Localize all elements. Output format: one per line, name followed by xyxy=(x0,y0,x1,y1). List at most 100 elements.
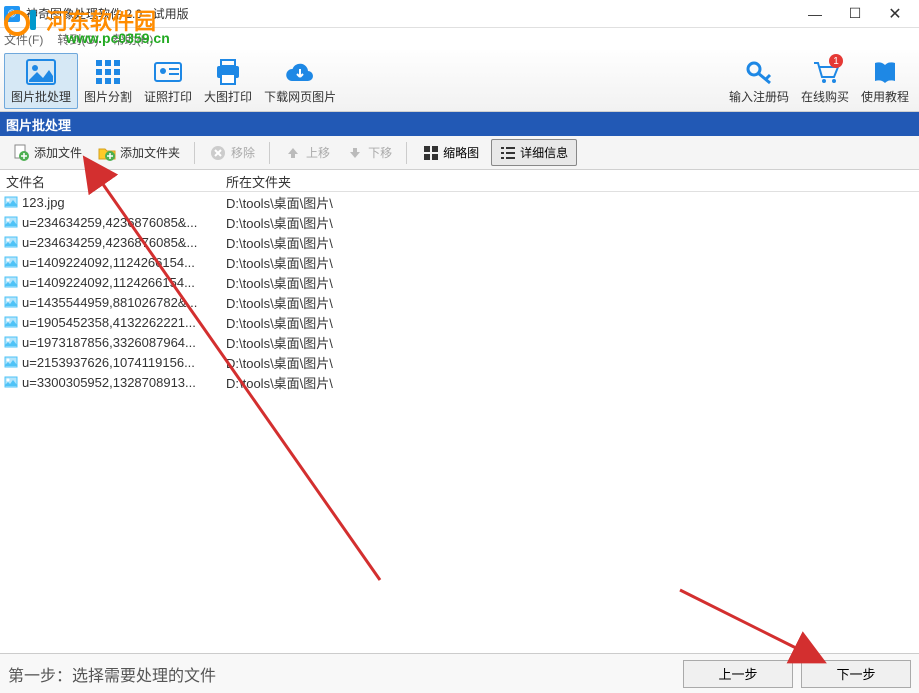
file-name: u=1409224092,1124266154... xyxy=(22,255,220,270)
move-down-label: 下移 xyxy=(368,144,392,161)
file-icon xyxy=(4,316,18,328)
window-title: 神奇图像处理软件 2.0 - 试用版 xyxy=(26,5,189,22)
titlebar: ◉ 神奇图像处理软件 2.0 - 试用版 — ☐ ✕ xyxy=(0,0,919,28)
main-toolbar: 图片批处理 图片分割 证照打印 大图打印 下载网页图片 输入注册码 1 xyxy=(0,50,919,112)
file-icon xyxy=(4,296,18,308)
remove-label: 移除 xyxy=(231,144,255,161)
cart-icon: 1 xyxy=(809,56,841,88)
add-folder-icon xyxy=(98,144,116,162)
file-icon xyxy=(4,216,18,228)
maximize-button[interactable]: ☐ xyxy=(835,0,875,28)
sub-toolbar: 添加文件 添加文件夹 移除 上移 下移 缩略图 详细信息 xyxy=(0,136,919,170)
separator xyxy=(406,142,407,164)
file-folder: D:\tools\桌面\图片\ xyxy=(220,333,919,352)
view-detail-button[interactable]: 详细信息 xyxy=(491,139,577,166)
tool-buy-label: 在线购买 xyxy=(801,88,849,105)
step-text: 第一步：选择需要处理的文件 xyxy=(8,662,216,686)
tool-webdownload[interactable]: 下载网页图片 xyxy=(258,53,342,109)
add-folder-label: 添加文件夹 xyxy=(120,144,180,161)
tool-tutorial[interactable]: 使用教程 xyxy=(855,53,915,109)
remove-icon xyxy=(209,144,227,162)
file-name: u=1973187856,3326087964... xyxy=(22,335,220,350)
footer: 第一步：选择需要处理的文件 上一步 下一步 xyxy=(0,653,919,693)
file-folder: D:\tools\桌面\图片\ xyxy=(220,213,919,232)
file-list[interactable]: 123.jpgD:\tools\桌面\图片\u=234634259,423687… xyxy=(0,192,919,622)
file-name: u=234634259,4236876085&... xyxy=(22,215,220,230)
separator xyxy=(269,142,270,164)
file-row[interactable]: u=2153937626,1074119156...D:\tools\桌面\图片… xyxy=(0,352,919,372)
idcard-icon xyxy=(152,56,184,88)
view-thumbnail-label: 缩略图 xyxy=(443,144,479,161)
file-icon xyxy=(4,256,18,268)
file-row[interactable]: u=1973187856,3326087964...D:\tools\桌面\图片… xyxy=(0,332,919,352)
file-row[interactable]: u=1409224092,1124266154...D:\tools\桌面\图片… xyxy=(0,252,919,272)
remove-button[interactable]: 移除 xyxy=(203,140,261,166)
file-name: u=234634259,4236876085&... xyxy=(22,235,220,250)
section-header: 图片批处理 xyxy=(0,112,919,136)
cart-badge: 1 xyxy=(829,54,843,68)
add-file-button[interactable]: 添加文件 xyxy=(6,140,88,166)
file-icon xyxy=(4,356,18,368)
file-row[interactable]: u=1905452358,4132262221...D:\tools\桌面\图片… xyxy=(0,312,919,332)
app-icon: ◉ xyxy=(4,6,20,22)
tool-buy[interactable]: 1 在线购买 xyxy=(795,53,855,109)
file-icon xyxy=(4,196,18,208)
file-icon xyxy=(4,276,18,288)
menubar: 文件(F) 转到(G) 帮助(H) xyxy=(0,28,919,50)
column-filename[interactable]: 文件名 xyxy=(0,170,220,191)
next-button[interactable]: 下一步 xyxy=(801,660,911,688)
file-name: u=1409224092,1124266154... xyxy=(22,275,220,290)
section-title: 图片批处理 xyxy=(6,115,71,134)
file-folder: D:\tools\桌面\图片\ xyxy=(220,313,919,332)
file-name: 123.jpg xyxy=(22,195,220,210)
file-icon xyxy=(4,376,18,388)
tool-idprint[interactable]: 证照打印 xyxy=(138,53,198,109)
arrow-down-icon xyxy=(346,144,364,162)
file-icon xyxy=(4,336,18,348)
view-thumbnail-button[interactable]: 缩略图 xyxy=(415,140,487,165)
file-name: u=2153937626,1074119156... xyxy=(22,355,220,370)
column-folder[interactable]: 所在文件夹 xyxy=(220,170,919,191)
file-name: u=1435544959,881026782&... xyxy=(22,295,220,310)
file-folder: D:\tools\桌面\图片\ xyxy=(220,193,919,212)
minimize-button[interactable]: — xyxy=(795,0,835,28)
file-folder: D:\tools\桌面\图片\ xyxy=(220,273,919,292)
grid-icon xyxy=(92,56,124,88)
printer-icon xyxy=(212,56,244,88)
file-row[interactable]: u=3300305952,1328708913...D:\tools\桌面\图片… xyxy=(0,372,919,392)
tool-bigprint-label: 大图打印 xyxy=(204,88,252,105)
menu-help[interactable]: 帮助(H) xyxy=(113,31,154,48)
file-row[interactable]: u=234634259,4236876085&...D:\tools\桌面\图片… xyxy=(0,232,919,252)
tool-tutorial-label: 使用教程 xyxy=(861,88,909,105)
file-folder: D:\tools\桌面\图片\ xyxy=(220,373,919,392)
list-header: 文件名 所在文件夹 xyxy=(0,170,919,192)
tool-regcode-label: 输入注册码 xyxy=(729,88,789,105)
file-row[interactable]: u=1409224092,1124266154...D:\tools\桌面\图片… xyxy=(0,272,919,292)
tool-webdownload-label: 下载网页图片 xyxy=(264,88,336,105)
tool-batch[interactable]: 图片批处理 xyxy=(4,53,78,109)
close-button[interactable]: ✕ xyxy=(875,0,915,28)
add-file-icon xyxy=(12,144,30,162)
file-folder: D:\tools\桌面\图片\ xyxy=(220,353,919,372)
arrow-up-icon xyxy=(284,144,302,162)
tool-split[interactable]: 图片分割 xyxy=(78,53,138,109)
move-up-button[interactable]: 上移 xyxy=(278,140,336,166)
tool-bigprint[interactable]: 大图打印 xyxy=(198,53,258,109)
file-name: u=1905452358,4132262221... xyxy=(22,315,220,330)
file-folder: D:\tools\桌面\图片\ xyxy=(220,253,919,272)
key-icon xyxy=(743,56,775,88)
file-name: u=3300305952,1328708913... xyxy=(22,375,220,390)
prev-button[interactable]: 上一步 xyxy=(683,660,793,688)
menu-goto[interactable]: 转到(G) xyxy=(57,31,98,48)
file-row[interactable]: u=234634259,4236876085&...D:\tools\桌面\图片… xyxy=(0,212,919,232)
file-folder: D:\tools\桌面\图片\ xyxy=(220,233,919,252)
tool-regcode[interactable]: 输入注册码 xyxy=(723,53,795,109)
move-down-button[interactable]: 下移 xyxy=(340,140,398,166)
file-row[interactable]: 123.jpgD:\tools\桌面\图片\ xyxy=(0,192,919,212)
move-up-label: 上移 xyxy=(306,144,330,161)
file-row[interactable]: u=1435544959,881026782&...D:\tools\桌面\图片… xyxy=(0,292,919,312)
menu-file[interactable]: 文件(F) xyxy=(4,31,43,48)
tool-split-label: 图片分割 xyxy=(84,88,132,105)
file-folder: D:\tools\桌面\图片\ xyxy=(220,293,919,312)
add-folder-button[interactable]: 添加文件夹 xyxy=(92,140,186,166)
